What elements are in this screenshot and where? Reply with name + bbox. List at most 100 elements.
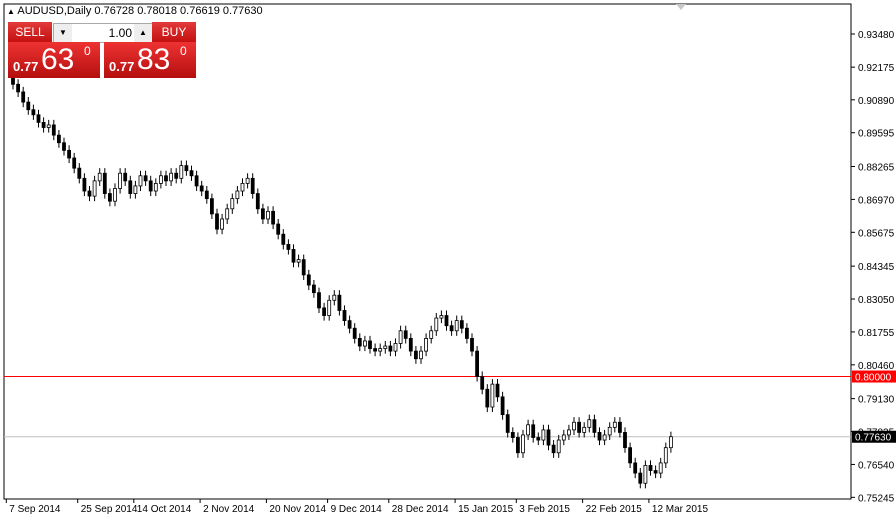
candle-body bbox=[174, 172, 179, 179]
candle-body bbox=[572, 421, 576, 431]
candle-body bbox=[148, 180, 153, 192]
candle-body bbox=[475, 350, 480, 377]
candle-body bbox=[444, 315, 449, 327]
y-tick-label: 0.88265 bbox=[858, 163, 895, 174]
x-tick-label: 3 Feb 2015 bbox=[519, 504, 570, 515]
candle-body bbox=[296, 259, 301, 263]
candle-body bbox=[429, 330, 434, 339]
candle-body bbox=[653, 470, 658, 474]
candle-body bbox=[347, 320, 352, 329]
price-chart[interactable]: 0.93480 0.92175 0.90890 0.89595 0.88265 0.869… bbox=[0, 0, 896, 520]
candle-body bbox=[271, 210, 276, 225]
candle-body bbox=[158, 175, 163, 184]
candle-body bbox=[143, 175, 148, 182]
candle-body bbox=[332, 294, 337, 301]
candle-body bbox=[128, 180, 133, 194]
candle-body bbox=[260, 208, 265, 220]
candle-body bbox=[556, 439, 561, 454]
candle-body bbox=[108, 193, 112, 202]
y-tick-label: 0.81755 bbox=[858, 328, 895, 339]
y-tick-label: 0.75245 bbox=[858, 493, 895, 504]
candle-body bbox=[240, 182, 245, 192]
candle-body bbox=[413, 350, 418, 360]
buy-price-pips: 83 bbox=[137, 43, 171, 76]
candle-body bbox=[21, 91, 26, 103]
level-price-label: 0.80000 bbox=[855, 373, 892, 384]
y-tick-label: 0.86970 bbox=[858, 195, 895, 206]
candle-body bbox=[459, 320, 464, 329]
candle-body bbox=[36, 114, 41, 123]
candle-body bbox=[184, 165, 189, 172]
candle-body bbox=[291, 249, 296, 263]
candle-body bbox=[230, 198, 235, 210]
candle-body bbox=[516, 437, 520, 454]
decrease-lots-icon[interactable]: ▼ bbox=[54, 24, 72, 42]
lot-size-input[interactable]: 1.00 bbox=[74, 26, 132, 40]
candle-body bbox=[250, 177, 255, 194]
candle-body bbox=[505, 414, 510, 433]
candle-body bbox=[82, 177, 87, 192]
candle-body bbox=[97, 172, 102, 182]
candle-body bbox=[164, 175, 168, 182]
candle-body bbox=[587, 419, 592, 428]
buy-price[interactable]: 0.77 83 0 bbox=[104, 42, 196, 78]
sell-button[interactable]: SELL bbox=[8, 22, 52, 43]
increase-lots-icon[interactable]: ▲ bbox=[134, 24, 152, 42]
candle-body bbox=[123, 172, 128, 182]
x-tick-label: 28 Dec 2014 bbox=[392, 504, 449, 515]
candle-body bbox=[16, 83, 21, 93]
sell-price-fraction: 0 bbox=[84, 44, 91, 58]
candle-body bbox=[424, 338, 429, 352]
candle-body bbox=[393, 343, 398, 352]
x-tick-label: 25 Sep 2014 bbox=[81, 504, 138, 515]
candle-body bbox=[510, 432, 515, 438]
candle-body bbox=[311, 284, 316, 294]
candle-body bbox=[301, 259, 306, 276]
candle-body bbox=[327, 299, 332, 316]
candle-body bbox=[281, 233, 286, 245]
candle-body bbox=[225, 208, 230, 220]
level-price-label: 0.77630 bbox=[855, 433, 892, 444]
candle-body bbox=[266, 210, 270, 220]
candle-body bbox=[388, 345, 393, 352]
x-tick-label: 12 Mar 2015 bbox=[652, 504, 709, 515]
candle-body bbox=[541, 429, 546, 441]
candle-body bbox=[92, 180, 97, 197]
candle-body bbox=[204, 190, 209, 200]
x-tick-label: 9 Dec 2014 bbox=[331, 504, 383, 515]
candle-body bbox=[220, 218, 225, 230]
y-tick-label: 0.85675 bbox=[858, 228, 895, 239]
candle-body bbox=[628, 447, 632, 464]
candle-body bbox=[169, 172, 174, 182]
candle-body bbox=[87, 190, 92, 197]
candle-body bbox=[153, 182, 158, 192]
candle-body bbox=[317, 292, 321, 309]
buy-button[interactable]: BUY bbox=[152, 22, 196, 42]
candle-body bbox=[408, 338, 413, 352]
candle-body bbox=[658, 462, 663, 474]
candle-body bbox=[276, 223, 281, 235]
candle-body bbox=[618, 421, 622, 433]
candle-body bbox=[362, 340, 367, 347]
lot-size-stepper[interactable]: ▼ 1.00 ▲ bbox=[53, 23, 153, 43]
candle-body bbox=[383, 345, 388, 349]
candle-body bbox=[638, 472, 643, 484]
candle-body bbox=[189, 170, 194, 177]
candle-body bbox=[419, 350, 423, 360]
sell-price[interactable]: 0.77 63 0 bbox=[8, 42, 100, 78]
ohlc-values: 0.76728 0.78018 0.76619 0.77630 bbox=[94, 5, 263, 17]
candle-body bbox=[199, 185, 204, 192]
candle-body bbox=[67, 149, 71, 159]
candle-body bbox=[495, 383, 500, 398]
candle-body bbox=[521, 434, 525, 454]
x-tick-label: 2 Nov 2014 bbox=[203, 504, 255, 515]
candle-body bbox=[57, 134, 61, 144]
candle-body bbox=[500, 396, 505, 416]
sell-price-prefix: 0.77 bbox=[13, 59, 39, 74]
candle-body bbox=[378, 348, 383, 352]
candle-body bbox=[577, 421, 581, 433]
candle-body bbox=[623, 432, 627, 449]
collapse-triangle-icon[interactable]: ▲ bbox=[7, 7, 15, 16]
candle-body bbox=[551, 444, 556, 454]
candle-body bbox=[133, 185, 138, 194]
